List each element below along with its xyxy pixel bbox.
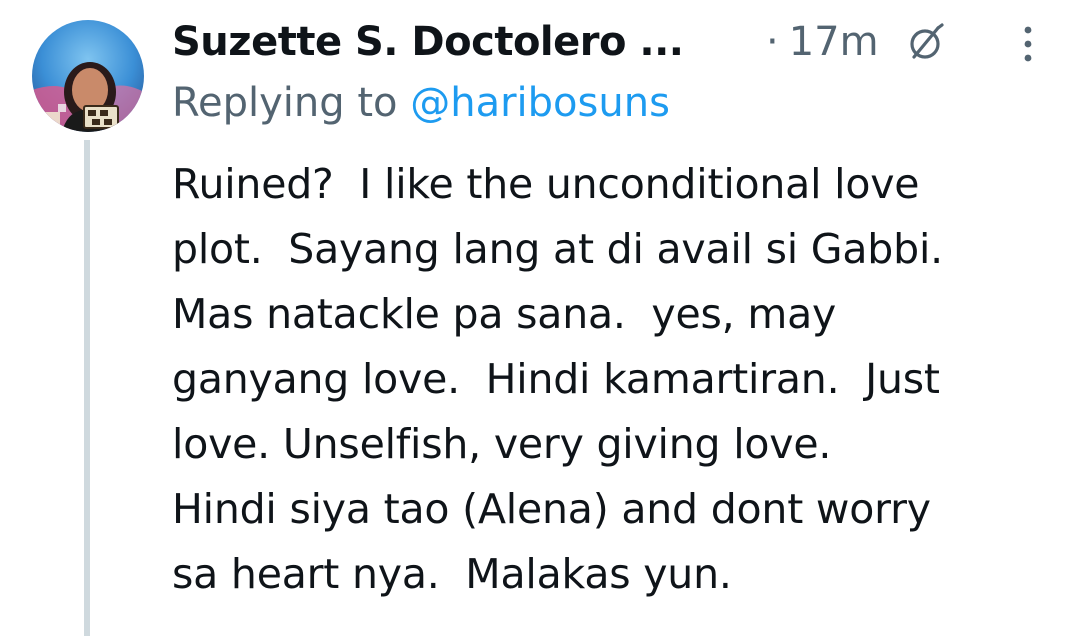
- tweet-body: Ruined? I like the unconditional love pl…: [172, 152, 1072, 607]
- edited-icon: [905, 22, 945, 62]
- meta-separator: ·: [766, 19, 779, 65]
- replying-to: Replying to @haribosuns: [172, 80, 670, 126]
- tweet-text-line: love. Unselfish, very giving love.: [172, 420, 832, 468]
- tweet-text-line: Hindi siya tao (Alena) and dont worry: [172, 485, 931, 533]
- author-display-name[interactable]: Suzette S. Doctolero ...: [172, 19, 684, 65]
- more-options-icon[interactable]: [1016, 22, 1040, 66]
- tweet-text-line: ganyang love. Hindi kamartiran. Just: [172, 355, 940, 403]
- tweet-text-line: plot. Sayang lang at di avail si Gabbi.: [172, 225, 943, 273]
- user-avatar[interactable]: [32, 20, 144, 132]
- tweet-reply[interactable]: Suzette S. Doctolero ... · 17m Replying …: [0, 0, 1080, 636]
- avatar-image: [32, 20, 144, 132]
- thread-connector-line: [84, 140, 90, 636]
- replying-handle-link[interactable]: @haribosuns: [410, 80, 670, 126]
- replying-prefix: Replying to: [172, 80, 411, 126]
- tweet-header: Suzette S. Doctolero ...: [172, 10, 684, 74]
- tweet-text-line: sa heart nya. Malakas yun.: [172, 550, 732, 598]
- tweet-timestamp[interactable]: 17m: [789, 19, 879, 65]
- tweet-text-line: Mas natackle pa sana. yes, may: [172, 290, 837, 338]
- tweet-meta: · 17m: [766, 10, 945, 74]
- tweet-text-line: Ruined? I like the unconditional love: [172, 160, 920, 208]
